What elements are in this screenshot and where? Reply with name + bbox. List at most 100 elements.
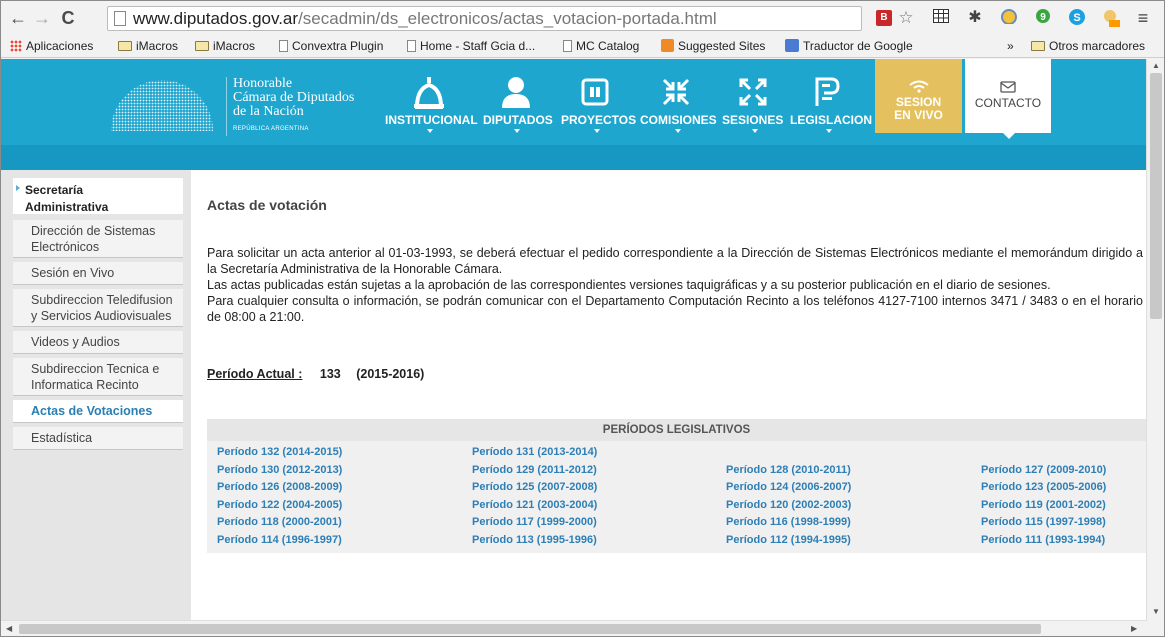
sidebar-item-informatica-recinto[interactable]: Subdireccion Tecnica e Informatica Recint… [13,358,183,396]
bookmark-traductor[interactable]: Traductor de Google [785,39,913,53]
bookmark-label: Traductor de Google [803,39,913,53]
bookmark-label: Aplicaciones [26,39,94,53]
scroll-thumb[interactable] [19,624,1041,634]
intro-paragraph: Para cualquier consulta o información, s… [207,294,1143,324]
caret-down-icon [514,129,520,133]
imacros-icon[interactable] [999,8,1019,28]
caret-down-icon [427,129,433,133]
period-link[interactable]: Período 126 (2008-2009) [217,481,342,493]
congress-logo-icon[interactable] [109,69,215,131]
suggested-sites-icon [661,39,674,52]
vertical-scrollbar[interactable]: ▲ ▼ [1146,59,1164,621]
forward-arrow-icon[interactable]: → [31,7,53,29]
sidebar-item-estadistica[interactable]: Estadística [13,427,183,450]
back-arrow-icon[interactable]: ← [7,7,29,29]
bookmark-label: Otros marcadores [1049,39,1146,53]
bookmark-imacros-2[interactable]: iMacros [195,39,255,53]
url-text: www.diputados.gov.ar/secadmin/ds_electro… [133,9,717,29]
period-link[interactable]: Período 123 (2005-2006) [981,481,1106,493]
nav-comisiones[interactable]: COMISIONES [640,113,717,127]
extension-character-icon[interactable] [1101,8,1121,28]
contacto-button[interactable]: CONTACTO [965,59,1051,139]
scroll-down-arrow-icon[interactable]: ▼ [1152,607,1160,616]
horizontal-scrollbar[interactable]: ◀ ▶ [1,620,1146,636]
period-link[interactable]: Período 116 (1998-1999) [726,516,851,528]
address-bar[interactable]: www.diputados.gov.ar/secadmin/ds_electro… [107,6,862,31]
bookmarks-overflow-chevron[interactable]: » [1007,39,1014,53]
scroll-thumb[interactable] [1150,73,1162,319]
current-period-years: (2015-2016) [356,367,425,381]
period-link[interactable]: Período 128 (2010-2011) [726,464,851,476]
period-link[interactable]: Período 114 (1996-1997) [217,534,342,546]
bookmark-convextra[interactable]: Convextra Plugin [279,39,383,53]
diputados-icon [502,77,530,108]
sidebar-item-teledifusion[interactable]: Subdireccion Teledifusion y Servicios Aud… [13,289,183,327]
period-link[interactable]: Período 132 (2014-2015) [217,446,342,458]
bookmark-home-staff[interactable]: Home - Staff Gcia d... [407,39,535,53]
period-link[interactable]: Período 122 (2004-2005) [217,499,342,511]
period-link[interactable]: Período 112 (1994-1995) [726,534,851,546]
sidebar-item-label: Electrónicos [31,240,100,254]
period-link[interactable]: Período 111 (1993-1994) [981,534,1105,546]
period-link[interactable]: Período 130 (2012-2013) [217,464,342,476]
scroll-right-arrow-icon[interactable]: ▶ [1131,624,1137,633]
extension-b-icon[interactable]: B [876,10,892,26]
bookmark-suggested-sites[interactable]: Suggested Sites [661,39,765,53]
sidebar-item-label: Sesión en Vivo [31,266,115,280]
site-header: Honorable Cámara de Diputados de la Naci… [1,59,1146,170]
bookmark-apps[interactable]: Aplicaciones [10,39,93,53]
nav-sesiones[interactable]: SESIONES [722,113,783,127]
current-period: Período Actual : 133 (2015-2016) [207,367,424,381]
url-host: www.diputados.gov.ar [133,9,299,28]
live-label: EN VIVO [894,108,943,122]
sidebar-item-sistemas-electronicos[interactable]: Dirección de Sistemas Electrónicos [13,220,183,258]
translate-bubble-icon[interactable]: 9 [1033,8,1053,28]
page-icon [114,11,126,26]
menu-icon[interactable]: ≡ [1133,8,1153,28]
sesion-en-vivo-button[interactable]: SESION EN VIVO [875,59,962,133]
bookmark-imacros-1[interactable]: iMacros [118,39,178,53]
folder-icon [1031,41,1045,51]
sidebar-item-videos-audios[interactable]: Videos y Audios [13,331,183,354]
period-link[interactable]: Período 120 (2002-2003) [726,499,851,511]
period-link[interactable]: Período 125 (2007-2008) [472,481,597,493]
brand-line: Cámara de Diputados [233,90,355,105]
sidebar-item-label: Subdireccion Tecnica e [31,362,160,376]
sidebar-item-sesion-en-vivo[interactable]: Sesión en Vivo [13,262,183,285]
bug-icon[interactable]: ✱ [965,8,985,28]
period-link[interactable]: Período 115 (1997-1998) [981,516,1106,528]
envelope-icon [1000,81,1016,93]
bookmark-mc-catalog[interactable]: MC Catalog [563,39,639,53]
sidebar-header[interactable]: Secretaría Administrativa [13,178,183,214]
reload-icon[interactable]: C [57,7,79,29]
brand-line: de la Nación [233,104,304,119]
scroll-left-arrow-icon[interactable]: ◀ [6,624,12,633]
caret-down-icon [675,129,681,133]
sidebar-item-label: y Servicios Audiovisuales [31,309,172,323]
period-link[interactable]: Período 131 (2013-2014) [472,446,597,458]
nav-legislacion[interactable]: LEGISLACION [790,113,872,127]
period-link[interactable]: Período 124 (2006-2007) [726,481,851,493]
bookmark-other[interactable]: Otros marcadores [1031,39,1145,53]
page-icon [563,40,572,52]
site-brand[interactable]: Honorable Cámara de Diputados de la Naci… [226,77,354,136]
nav-diputados[interactable]: DIPUTADOS [483,113,553,127]
period-link[interactable]: Período 121 (2003-2004) [472,499,597,511]
period-link[interactable]: Período 127 (2009-2010) [981,464,1106,476]
caret-down-icon [752,129,758,133]
scroll-up-arrow-icon[interactable]: ▲ [1152,61,1160,70]
skype-icon[interactable]: S [1067,8,1087,28]
svg-text:S: S [1073,12,1080,24]
period-link[interactable]: Período 113 (1995-1996) [472,534,597,546]
page-icon [279,40,288,52]
nav-institucional[interactable]: INSTITUCIONAL [385,113,478,127]
bookmark-star-icon[interactable]: ☆ [896,8,916,28]
table-grid-icon[interactable] [931,8,951,28]
sidebar: Secretaría Administrativa Dirección de S… [1,170,191,620]
period-link[interactable]: Período 129 (2011-2012) [472,464,597,476]
period-link[interactable]: Período 118 (2000-2001) [217,516,342,528]
sidebar-item-actas-votaciones[interactable]: Actas de Votaciones [13,400,183,423]
period-link[interactable]: Período 119 (2001-2002) [981,499,1106,511]
period-link[interactable]: Período 117 (1999-2000) [472,516,597,528]
nav-proyectos[interactable]: PROYECTOS [561,113,636,127]
